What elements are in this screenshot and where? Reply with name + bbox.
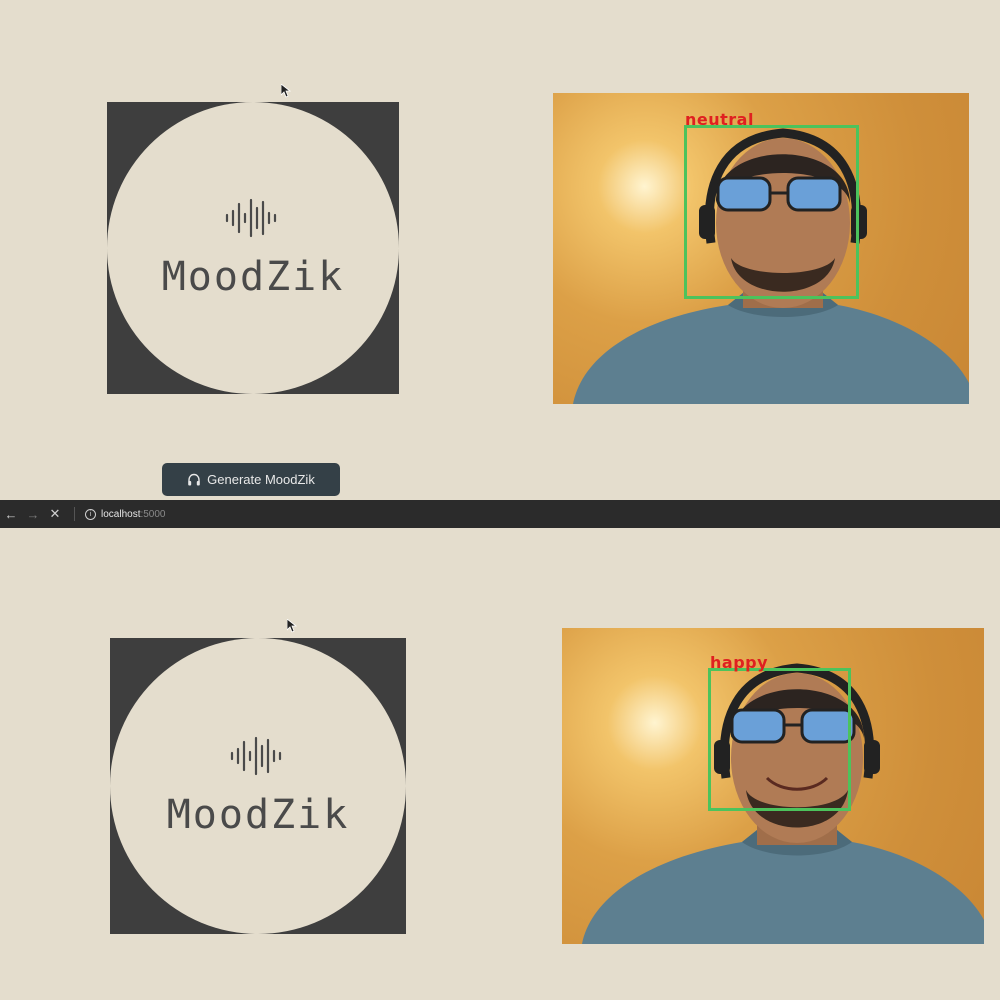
arrow-left-icon[interactable]: ← xyxy=(0,500,22,528)
bottom-screen: MoodZik happy xyxy=(0,528,1000,1000)
browser-toolbar: ← → ✕ i localhost:5000 xyxy=(0,500,1000,528)
sound-wave-icon xyxy=(225,198,277,238)
webcam-feed: happy xyxy=(562,628,984,944)
logo-text: MoodZik xyxy=(161,254,345,300)
address-bar[interactable]: i localhost:5000 xyxy=(85,508,166,520)
moodzik-logo: MoodZik xyxy=(110,638,406,934)
headphones-icon xyxy=(188,473,200,485)
webcam-feed: neutral xyxy=(553,93,969,404)
generate-button-label: Generate MoodZik xyxy=(207,472,315,487)
mouse-cursor-icon xyxy=(281,84,291,98)
mouse-cursor-icon xyxy=(287,619,297,633)
face-detection-box xyxy=(708,668,851,811)
moodzik-logo: MoodZik xyxy=(107,102,399,394)
url-host: localhost xyxy=(101,508,141,520)
sound-wave-icon xyxy=(230,736,282,776)
toolbar-divider xyxy=(74,507,75,521)
logo-text: MoodZik xyxy=(166,792,350,838)
arrow-right-icon[interactable]: → xyxy=(22,500,44,528)
generate-moodzik-button[interactable]: Generate MoodZik xyxy=(162,463,340,496)
emotion-label: happy xyxy=(710,653,769,672)
url-port: :5000 xyxy=(140,508,166,520)
close-icon[interactable]: ✕ xyxy=(44,500,66,528)
emotion-label: neutral xyxy=(685,110,754,129)
info-icon: i xyxy=(85,508,96,520)
face-detection-box xyxy=(684,125,859,299)
top-screen: MoodZik neutral Generate MoodZik xyxy=(0,0,1000,500)
